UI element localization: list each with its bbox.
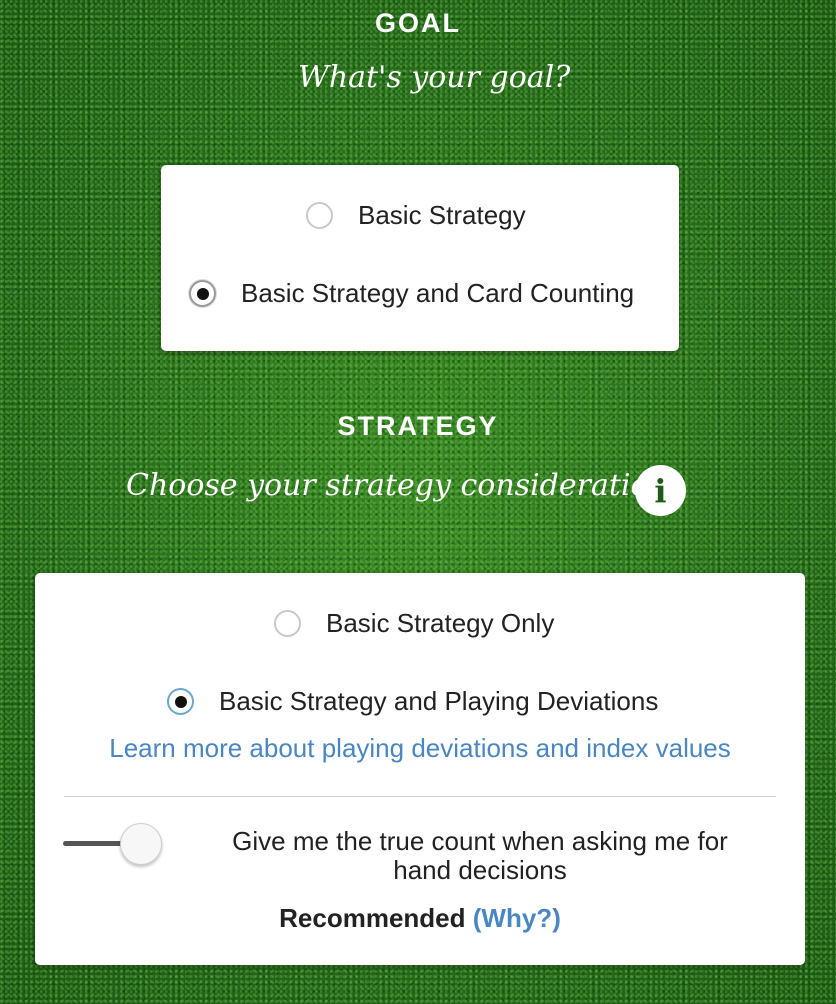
goal-option-basic-strategy[interactable]: Basic Strategy: [306, 200, 526, 231]
learn-more-link-container: Learn more about playing deviations and …: [35, 733, 805, 764]
true-count-toggle[interactable]: [63, 823, 163, 867]
strategy-option-basic-only[interactable]: Basic Strategy Only: [274, 608, 554, 639]
strategy-section-title: STRATEGY: [337, 411, 499, 441]
info-icon[interactable]: i: [635, 465, 686, 516]
radio-dot-icon: [196, 287, 209, 300]
radio-unchecked-icon[interactable]: [306, 202, 333, 229]
radio-checked-icon[interactable]: [167, 688, 194, 715]
radio-checked-icon[interactable]: [189, 280, 216, 307]
strategy-prompt: Choose your strategy considerations: [126, 468, 684, 503]
strategy-option-label: Basic Strategy and Playing Deviations: [219, 686, 659, 716]
goal-section-title: GOAL: [375, 8, 461, 38]
goal-option-label: Basic Strategy and Card Counting: [241, 278, 635, 308]
strategy-option-playing-deviations[interactable]: Basic Strategy and Playing Deviations: [167, 686, 658, 717]
strategy-option-label: Basic Strategy Only: [326, 608, 555, 638]
learn-more-link[interactable]: Learn more about playing deviations and …: [109, 733, 731, 763]
true-count-toggle-label: Give me the true count when asking me fo…: [232, 826, 728, 885]
goal-prompt: What's your goal?: [298, 60, 571, 95]
recommended-label: Recommended: [279, 903, 466, 933]
radio-dot-icon: [174, 695, 187, 708]
strategy-options-card: Basic Strategy Only Basic Strategy and P…: [35, 573, 805, 965]
goal-options-card: Basic Strategy Basic Strategy and Card C…: [161, 165, 679, 351]
divider: [64, 796, 776, 797]
toggle-knob[interactable]: [120, 823, 162, 865]
goal-option-basic-and-counting[interactable]: Basic Strategy and Card Counting: [189, 278, 634, 309]
why-link[interactable]: (Why?): [473, 903, 561, 933]
recommended-line: Recommended (Why?): [35, 903, 805, 934]
goal-option-label: Basic Strategy: [358, 200, 526, 230]
radio-unchecked-icon[interactable]: [274, 610, 301, 637]
